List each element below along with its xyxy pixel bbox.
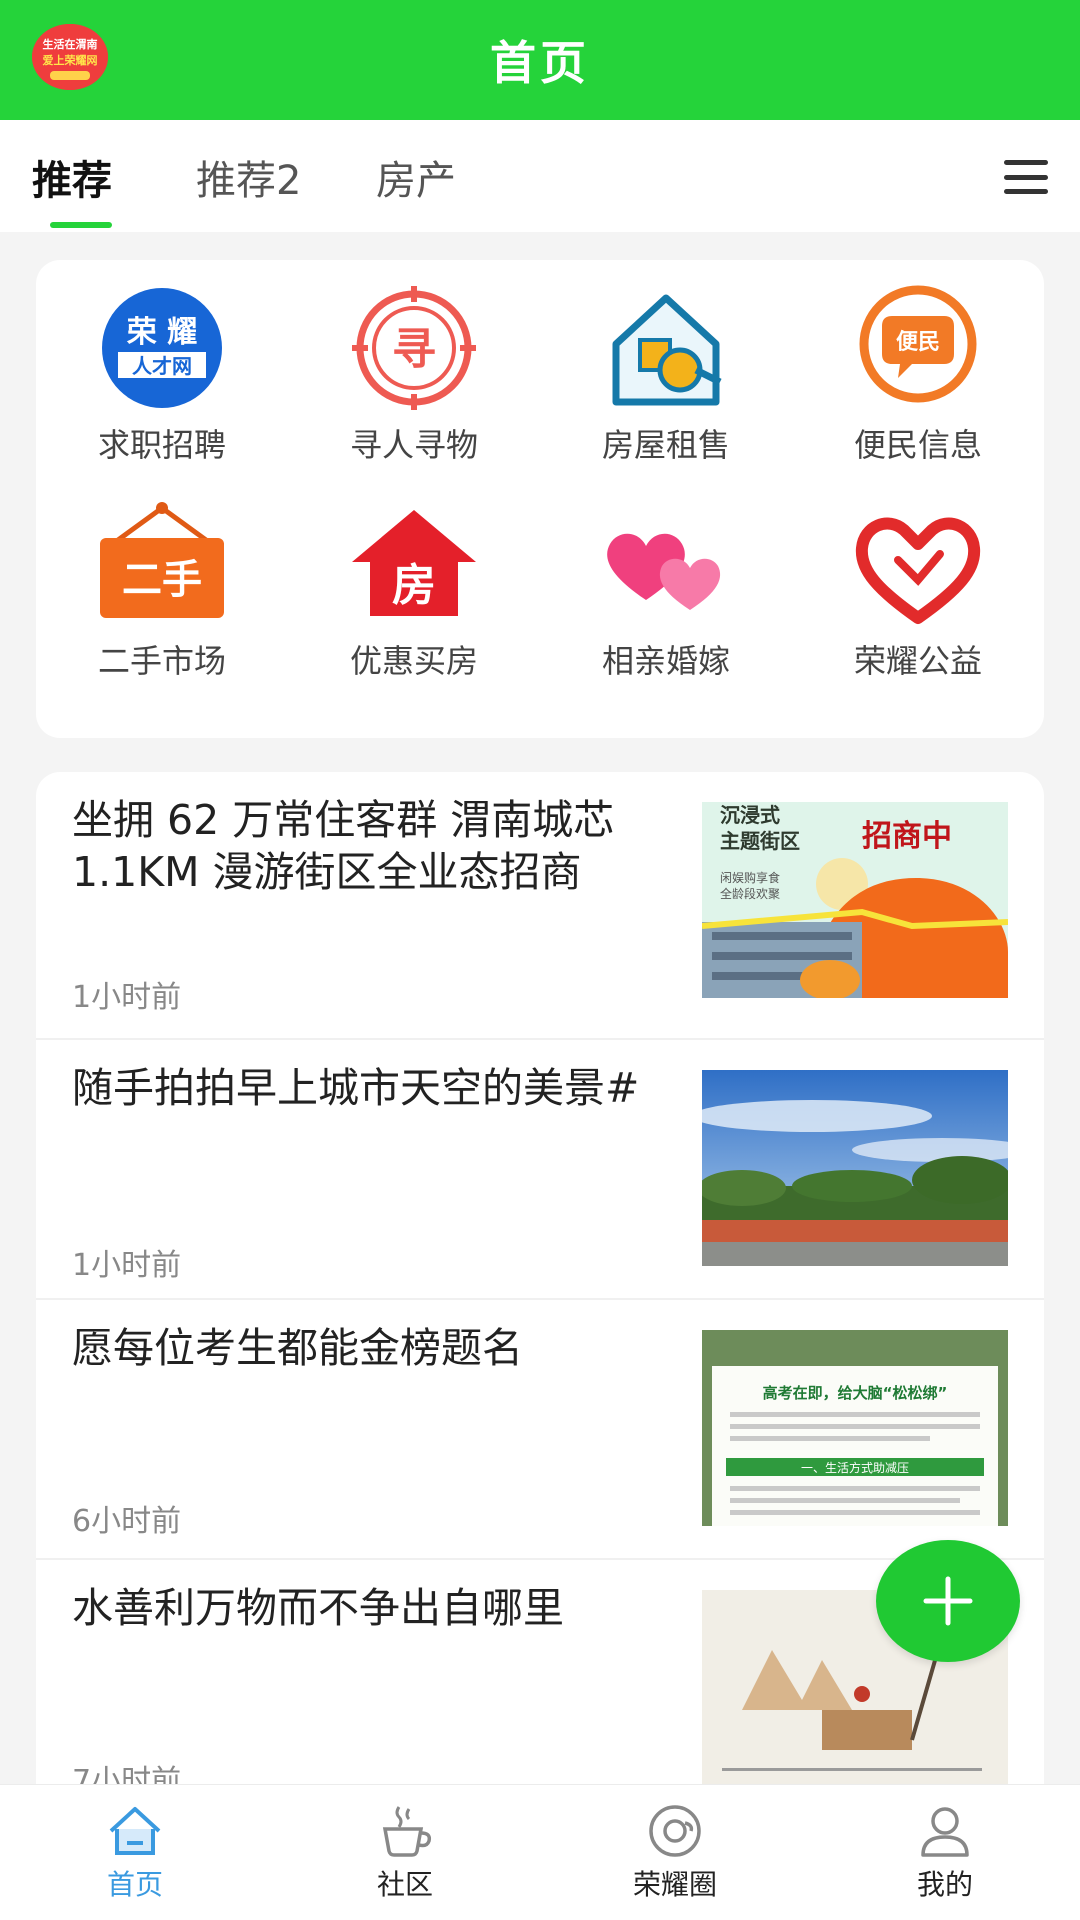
news-item[interactable]: 愿每位考生都能金榜题名 6小时前 高考在即，给大脑“松松绑” 一、生活方式助减压 — [36, 1300, 1044, 1560]
tab-real-estate[interactable]: 房产 — [376, 148, 456, 206]
tab-recommend-2[interactable]: 推荐2 — [196, 148, 301, 206]
news-time: 7小时前 — [72, 1764, 182, 1784]
add-post-button[interactable] — [876, 1540, 1020, 1662]
plus-icon — [923, 1576, 973, 1626]
grid-label: 优惠买房 — [349, 642, 478, 680]
svg-text:人才网: 人才网 — [132, 354, 192, 378]
menu-button[interactable] — [1002, 154, 1050, 200]
svg-text:爱上荣耀网: 爱上荣耀网 — [43, 53, 98, 67]
active-tab-indicator — [50, 222, 112, 228]
chat-info-icon: 便民 — [859, 285, 977, 403]
street-promo-image: 沉浸式 主题街区 招商中 闲娱购享食 全龄段欢聚 — [702, 802, 1008, 998]
grid-label: 荣耀公益 — [853, 642, 982, 680]
grid-label: 房屋租售 — [601, 426, 730, 464]
app-logo[interactable]: 生活在渭南 爱上荣耀网 — [32, 24, 108, 90]
news-thumbnail — [702, 1070, 1008, 1266]
menu-icon-line — [1004, 189, 1048, 194]
home-icon — [109, 1807, 161, 1855]
news-item[interactable]: 坐拥 62 万常住客群 渭南城芯 1.1KM 漫游街区全业态招商 1小时前 沉浸… — [36, 772, 1044, 1040]
grid-label: 二手市场 — [97, 642, 226, 680]
app-screen: 生活在渭南 爱上荣耀网 首页 推荐 推荐2 房产 荣 耀 人才网 求职招聘 寻 … — [0, 0, 1080, 1920]
nav-home[interactable]: 首页 — [0, 1801, 270, 1903]
news-time: 1小时前 — [72, 980, 182, 1015]
recruitment-icon: 荣 耀 人才网 — [102, 288, 222, 408]
svg-text:生活在渭南: 生活在渭南 — [43, 37, 98, 51]
svg-text:房: 房 — [392, 560, 436, 611]
news-item[interactable]: 随手拍拍早上城市天空的美景# 1小时前 — [36, 1040, 1044, 1300]
page-title: 首页 — [490, 36, 590, 90]
logo-icon: 生活在渭南 爱上荣耀网 — [32, 24, 108, 90]
coffee-cup-icon — [382, 1806, 432, 1857]
user-icon — [921, 1807, 969, 1857]
nav-label: 荣耀圈 — [632, 1868, 717, 1901]
grid-item-house-discount[interactable]: 房 优惠买房 — [288, 500, 540, 700]
hearts-icon — [607, 533, 721, 610]
nav-community[interactable]: 社区 — [270, 1801, 540, 1903]
news-time: 1小时前 — [72, 1248, 182, 1283]
svg-text:主题街区: 主题街区 — [720, 829, 800, 853]
menu-icon-line — [1004, 174, 1048, 180]
nav-label: 首页 — [106, 1868, 163, 1901]
news-title: 坐拥 62 万常住客群 渭南城芯 1.1KM 漫游街区全业态招商 — [72, 796, 615, 896]
sky-photo — [702, 1070, 1008, 1266]
svg-text:沉浸式: 沉浸式 — [720, 803, 780, 827]
exam-article-image: 高考在即，给大脑“松松绑” 一、生活方式助减压 — [702, 1330, 1008, 1526]
grid-label: 求职招聘 — [97, 426, 226, 464]
grid-item-convenience[interactable]: 便民 便民信息 — [792, 284, 1044, 484]
bottom-navigation: 首页 社区 荣耀圈 我的 — [0, 1784, 1080, 1920]
category-tabs: 推荐 推荐2 房产 — [0, 120, 1080, 232]
news-title: 水善利万物而不争出自哪里 — [72, 1584, 564, 1632]
svg-text:便民: 便民 — [896, 330, 940, 355]
news-thumbnail: 高考在即，给大脑“松松绑” 一、生活方式助减压 — [702, 1330, 1008, 1526]
secondhand-sign-icon: 二手 — [100, 502, 224, 618]
nav-label: 我的 — [916, 1868, 973, 1901]
grid-item-lost-found[interactable]: 寻 寻人寻物 — [288, 284, 540, 484]
svg-text:全龄段欢聚: 全龄段欢聚 — [720, 886, 780, 901]
tab-recommend[interactable]: 推荐 — [32, 148, 112, 206]
search-person-icon: 寻 — [352, 286, 476, 410]
svg-text:一、生活方式助减压: 一、生活方式助减压 — [801, 1460, 909, 1475]
grid-label: 相亲婚嫁 — [601, 642, 730, 680]
grid-item-rent-sale[interactable]: 房屋租售 — [540, 284, 792, 484]
grid-item-matchmaking[interactable]: 相亲婚嫁 — [540, 500, 792, 700]
house-sale-icon: 房 — [352, 510, 476, 616]
svg-text:寻: 寻 — [392, 324, 436, 375]
news-title: 愿每位考生都能金榜题名 — [72, 1324, 523, 1372]
circle-icon — [649, 1805, 701, 1857]
svg-text:二手: 二手 — [122, 557, 202, 603]
news-thumbnail: 沉浸式 主题街区 招商中 闲娱购享食 全龄段欢聚 — [702, 802, 1008, 998]
nav-label: 社区 — [376, 1868, 433, 1901]
svg-text:闲娱购享食: 闲娱购享食 — [720, 870, 780, 885]
svg-text:招商中: 招商中 — [862, 819, 952, 854]
news-time: 6小时前 — [72, 1504, 182, 1539]
svg-text:荣 耀: 荣 耀 — [127, 315, 197, 350]
app-header: 生活在渭南 爱上荣耀网 首页 — [0, 0, 1080, 120]
grid-item-secondhand[interactable]: 二手 二手市场 — [36, 500, 288, 700]
house-key-icon — [612, 294, 722, 406]
service-grid: 荣 耀 人才网 求职招聘 寻 寻人寻物 房屋租售 便民 便民信息 二手 二手市场… — [36, 260, 1044, 738]
nav-circle[interactable]: 荣耀圈 — [540, 1801, 810, 1903]
grid-item-recruitment[interactable]: 荣 耀 人才网 求职招聘 — [36, 284, 288, 484]
grid-label: 寻人寻物 — [349, 426, 478, 464]
svg-text:高考在即，给大脑“松松绑”: 高考在即，给大脑“松松绑” — [763, 1384, 948, 1402]
charity-heart-icon — [855, 517, 981, 624]
grid-item-charity[interactable]: 荣耀公益 — [792, 500, 1044, 700]
grid-label: 便民信息 — [853, 426, 982, 464]
news-title: 随手拍拍早上城市天空的美景# — [72, 1064, 640, 1112]
nav-mine[interactable]: 我的 — [810, 1801, 1080, 1903]
menu-icon-line — [1004, 160, 1048, 165]
